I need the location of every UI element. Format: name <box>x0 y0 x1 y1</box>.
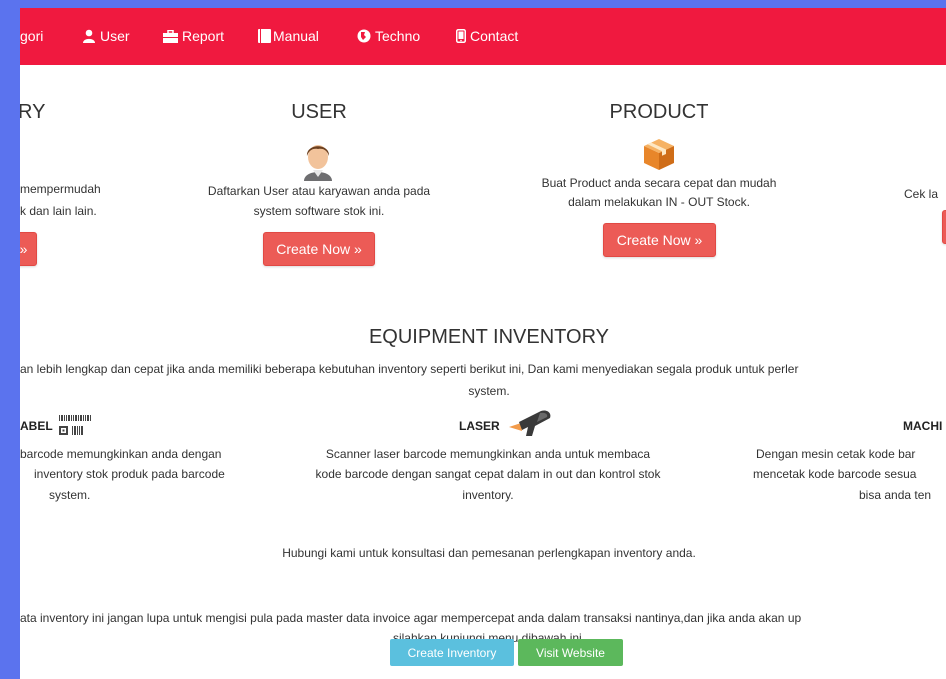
nav-item-label: Contact <box>470 28 519 44</box>
product-box-icon <box>641 136 677 172</box>
top-frame-strip <box>0 0 946 8</box>
nav-item-label: User <box>100 28 130 44</box>
label-title: ABEL <box>20 419 53 433</box>
left-frame-strip <box>0 0 20 679</box>
contact-text: Hubungi kami untuk konsultasi dan pemesa… <box>282 546 696 560</box>
navbar: gori User Report Manual Techno Contact <box>20 8 946 65</box>
report-create-button[interactable] <box>942 210 946 244</box>
label-desc-line-3: system. <box>49 488 91 502</box>
user-desc-line-2: system software stok ini. <box>253 204 385 218</box>
equipment-intro-line-2: system. <box>468 384 510 398</box>
barcode-icon <box>58 413 94 437</box>
mobile-phone-icon <box>456 29 466 43</box>
nav-item-category[interactable]: gori <box>20 27 43 45</box>
user-create-now-button[interactable]: Create Now » <box>263 232 375 266</box>
equipment-title: EQUIPMENT INVENTORY <box>368 326 610 348</box>
globe-icon <box>357 29 371 43</box>
laser-desc-line-3: inventory. <box>462 488 514 502</box>
category-title: RY <box>20 101 46 123</box>
barcode-scanner-icon <box>507 409 555 437</box>
page-viewport: gori User Report Manual Techno Contact R… <box>20 8 946 679</box>
label-desc-line-2: inventory stok produk pada barcode <box>34 467 225 481</box>
nav-item-label: Manual <box>273 28 319 44</box>
laser-title: LASER <box>459 419 500 433</box>
create-inventory-button[interactable]: Create Inventory <box>390 639 514 666</box>
machine-desc-line-2: mencetak kode barcode sesua <box>753 467 917 481</box>
nav-item-report[interactable]: Report <box>163 27 224 45</box>
book-icon <box>258 29 271 43</box>
nav-item-contact[interactable]: Contact <box>456 27 518 45</box>
nav-item-manual[interactable]: Manual <box>258 27 319 45</box>
category-desc-line-2: k dan lain lain. <box>20 204 97 218</box>
product-title: PRODUCT <box>609 101 709 123</box>
product-desc-line-1: Buat Product anda secara cepat dan mudah <box>541 176 777 190</box>
footer-text-line-1: ata inventory ini jangan lupa untuk meng… <box>20 611 802 625</box>
nav-item-label: Report <box>182 28 225 44</box>
machine-title: MACHI <box>903 419 943 433</box>
visit-website-button[interactable]: Visit Website <box>518 639 623 666</box>
label-desc-line-1: barcode memungkinkan anda dengan <box>20 447 222 461</box>
category-desc-line-1: mempermudah <box>20 182 101 196</box>
laser-desc-line-2: kode barcode dengan sangat cepat dalam i… <box>315 467 661 481</box>
product-desc-line-2: dalam melakukan IN - OUT Stock. <box>568 195 750 209</box>
report-desc-line-1: Cek la <box>904 187 939 201</box>
user-desc-line-1: Daftarkan User atau karyawan anda pada <box>207 184 431 198</box>
briefcase-icon <box>163 29 178 43</box>
user-title: USER <box>291 101 347 123</box>
nav-item-techno[interactable]: Techno <box>357 27 420 45</box>
nav-item-label: gori <box>20 28 44 44</box>
machine-desc-line-1: Dengan mesin cetak kode bar <box>756 447 916 461</box>
nav-item-user[interactable]: User <box>82 27 130 45</box>
laser-desc-line-1: Scanner laser barcode memungkinkan anda … <box>325 447 651 461</box>
user-avatar-icon <box>298 139 338 181</box>
category-create-button[interactable]: » <box>20 232 37 266</box>
machine-desc-line-3: bisa anda ten <box>859 488 932 502</box>
user-icon <box>82 29 96 43</box>
equipment-intro-line-1: an lebih lengkap dan cepat jika anda mem… <box>20 362 799 376</box>
product-create-now-button[interactable]: Create Now » <box>603 223 716 257</box>
nav-item-label: Techno <box>375 28 421 44</box>
